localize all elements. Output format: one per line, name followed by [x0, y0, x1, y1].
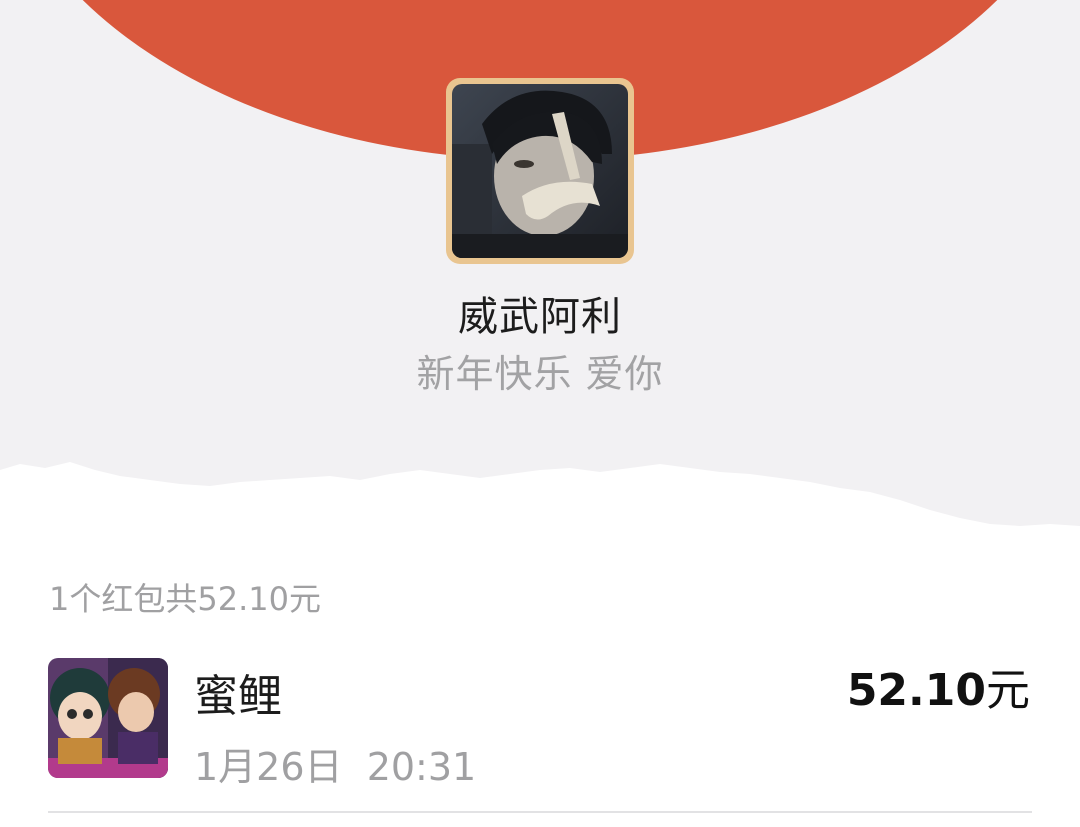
receiver-avatar[interactable] [48, 658, 168, 778]
sender-name: 威武阿利 [458, 294, 622, 340]
receive-time: 1月26日 20:31 [194, 745, 477, 789]
list-item[interactable]: 蜜鲤 1月26日 20:31 52.10元 [0, 650, 1080, 815]
receiver-avatar-anime-icon [48, 658, 168, 778]
amount-value: 52.10 [846, 665, 986, 716]
torn-paper-edge [0, 462, 1080, 550]
receiver-name: 蜜鲤 [194, 671, 282, 722]
red-packet-detail-page: 威武阿利 新年快乐 爱你 1个红包共52.10元 蜜鲤 1月26日 20:31 … [0, 0, 1080, 827]
sender-avatar-photo-icon [452, 84, 628, 258]
list-divider [48, 811, 1032, 813]
packet-summary: 1个红包共52.10元 [49, 580, 321, 618]
amount-unit: 元 [986, 665, 1030, 716]
sender-avatar[interactable] [446, 78, 634, 264]
received-amount: 52.10元 [847, 654, 1030, 718]
greeting-message: 新年快乐 爱你 [416, 352, 664, 396]
